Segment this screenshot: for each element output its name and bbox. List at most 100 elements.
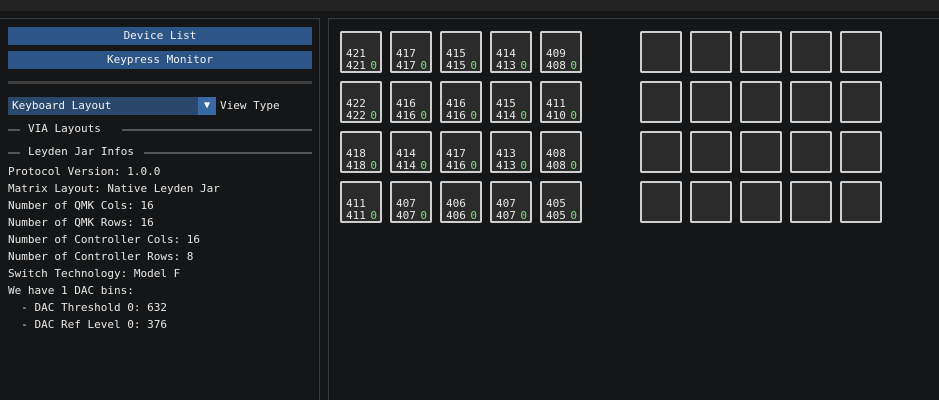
info-line: - DAC Ref Level 0: 376: [8, 318, 167, 331]
empty-key-cell[interactable]: [640, 81, 682, 123]
empty-key-cell[interactable]: [740, 31, 782, 73]
key-state: 0: [420, 109, 427, 122]
key-state: 0: [570, 109, 577, 122]
left-panel: Device List Keypress Monitor Keyboard La…: [0, 18, 320, 400]
key-state: 0: [470, 209, 477, 222]
info-line: Protocol Version: 1.0.0: [8, 165, 161, 178]
key-cell[interactable]: 413 413 0: [490, 131, 532, 173]
key-state: 0: [370, 109, 377, 122]
empty-key-cell[interactable]: [690, 181, 732, 223]
key-value: 411: [346, 209, 366, 222]
view-type-label: View Type: [220, 99, 280, 112]
key-state: 0: [520, 59, 527, 72]
info-line: - DAC Threshold 0: 632: [8, 301, 167, 314]
view-type-combo[interactable]: Keyboard Layout ▼: [8, 97, 216, 115]
empty-key-cell[interactable]: [840, 181, 882, 223]
key-cell[interactable]: 416 416 0: [440, 81, 482, 123]
empty-key-cell[interactable]: [790, 181, 832, 223]
key-grid-panel: 421 421 0 417 417 0 415 415 0 414 413 0 …: [328, 18, 939, 400]
keypress-monitor-button[interactable]: Keypress Monitor: [8, 51, 312, 69]
key-value: 410: [546, 109, 566, 122]
via-layouts-header[interactable]: VIA Layouts: [8, 122, 312, 136]
key-cell[interactable]: 408 408 0: [540, 131, 582, 173]
key-cell[interactable]: 414 413 0: [490, 31, 532, 73]
key-value: 418: [346, 159, 366, 172]
key-state: 0: [420, 209, 427, 222]
key-value: 407: [496, 209, 516, 222]
key-value: 406: [446, 209, 466, 222]
key-cell[interactable]: 414 414 0: [390, 131, 432, 173]
key-cell[interactable]: 405 405 0: [540, 181, 582, 223]
key-cell[interactable]: 416 416 0: [390, 81, 432, 123]
key-value: 408: [546, 59, 566, 72]
key-state: 0: [520, 109, 527, 122]
key-state: 0: [570, 209, 577, 222]
key-cell[interactable]: 406 406 0: [440, 181, 482, 223]
key-cell[interactable]: 417 416 0: [440, 131, 482, 173]
key-value: 408: [546, 159, 566, 172]
key-state: 0: [570, 159, 577, 172]
chevron-down-icon[interactable]: ▼: [198, 97, 216, 115]
key-value: 413: [496, 59, 516, 72]
empty-key-cell[interactable]: [740, 131, 782, 173]
key-cell[interactable]: 415 414 0: [490, 81, 532, 123]
key-value: 414: [396, 159, 416, 172]
empty-key-cell[interactable]: [840, 81, 882, 123]
leyden-jar-infos-header[interactable]: Leyden Jar Infos: [8, 145, 312, 159]
empty-key-cell[interactable]: [790, 31, 832, 73]
empty-key-cell[interactable]: [740, 81, 782, 123]
info-line: Number of Controller Cols: 16: [8, 233, 201, 246]
empty-key-cell[interactable]: [640, 181, 682, 223]
header-line: [144, 152, 312, 154]
view-type-selected: Keyboard Layout: [12, 99, 112, 112]
empty-key-cell[interactable]: [690, 31, 732, 73]
key-state: 0: [420, 59, 427, 72]
empty-key-cell[interactable]: [640, 131, 682, 173]
key-cell[interactable]: 407 407 0: [390, 181, 432, 223]
key-state: 0: [420, 159, 427, 172]
key-state: 0: [520, 209, 527, 222]
key-cell[interactable]: 417 417 0: [390, 31, 432, 73]
key-state: 0: [370, 159, 377, 172]
key-state: 0: [370, 209, 377, 222]
key-cell[interactable]: 421 421 0: [340, 31, 382, 73]
key-cell[interactable]: 418 418 0: [340, 131, 382, 173]
empty-key-cell[interactable]: [690, 81, 732, 123]
empty-key-cell[interactable]: [790, 81, 832, 123]
info-line: Number of QMK Rows: 16: [8, 216, 154, 229]
key-cell[interactable]: 409 408 0: [540, 31, 582, 73]
header-line: [8, 129, 20, 131]
info-line: Number of Controller Rows: 8: [8, 250, 194, 263]
key-cell[interactable]: 411 411 0: [340, 181, 382, 223]
key-value: 407: [396, 209, 416, 222]
key-value: 405: [546, 209, 566, 222]
empty-key-cell[interactable]: [840, 31, 882, 73]
key-value: 422: [346, 109, 366, 122]
key-state: 0: [470, 59, 477, 72]
device-list-button[interactable]: Device List: [8, 27, 312, 45]
key-state: 0: [470, 159, 477, 172]
empty-key-cell[interactable]: [640, 31, 682, 73]
key-state: 0: [370, 59, 377, 72]
leyden-jar-infos-label: Leyden Jar Infos: [28, 145, 140, 159]
key-value: 421: [346, 59, 366, 72]
key-cell[interactable]: 415 415 0: [440, 31, 482, 73]
info-line: Matrix Layout: Native Leyden Jar: [8, 182, 220, 195]
separator: [8, 81, 312, 84]
key-value: 413: [496, 159, 516, 172]
key-cell[interactable]: 407 407 0: [490, 181, 532, 223]
empty-key-cell[interactable]: [840, 131, 882, 173]
empty-key-cell[interactable]: [740, 181, 782, 223]
empty-key-cell[interactable]: [790, 131, 832, 173]
header-line: [122, 129, 312, 131]
key-cell[interactable]: 422 422 0: [340, 81, 382, 123]
key-cell[interactable]: 411 410 0: [540, 81, 582, 123]
top-bar: [0, 0, 939, 11]
empty-key-cell[interactable]: [690, 131, 732, 173]
key-value: 415: [446, 59, 466, 72]
key-value: 414: [496, 109, 516, 122]
header-line: [8, 152, 20, 154]
info-line: Number of QMK Cols: 16: [8, 199, 154, 212]
key-state: 0: [570, 59, 577, 72]
key-state: 0: [470, 109, 477, 122]
